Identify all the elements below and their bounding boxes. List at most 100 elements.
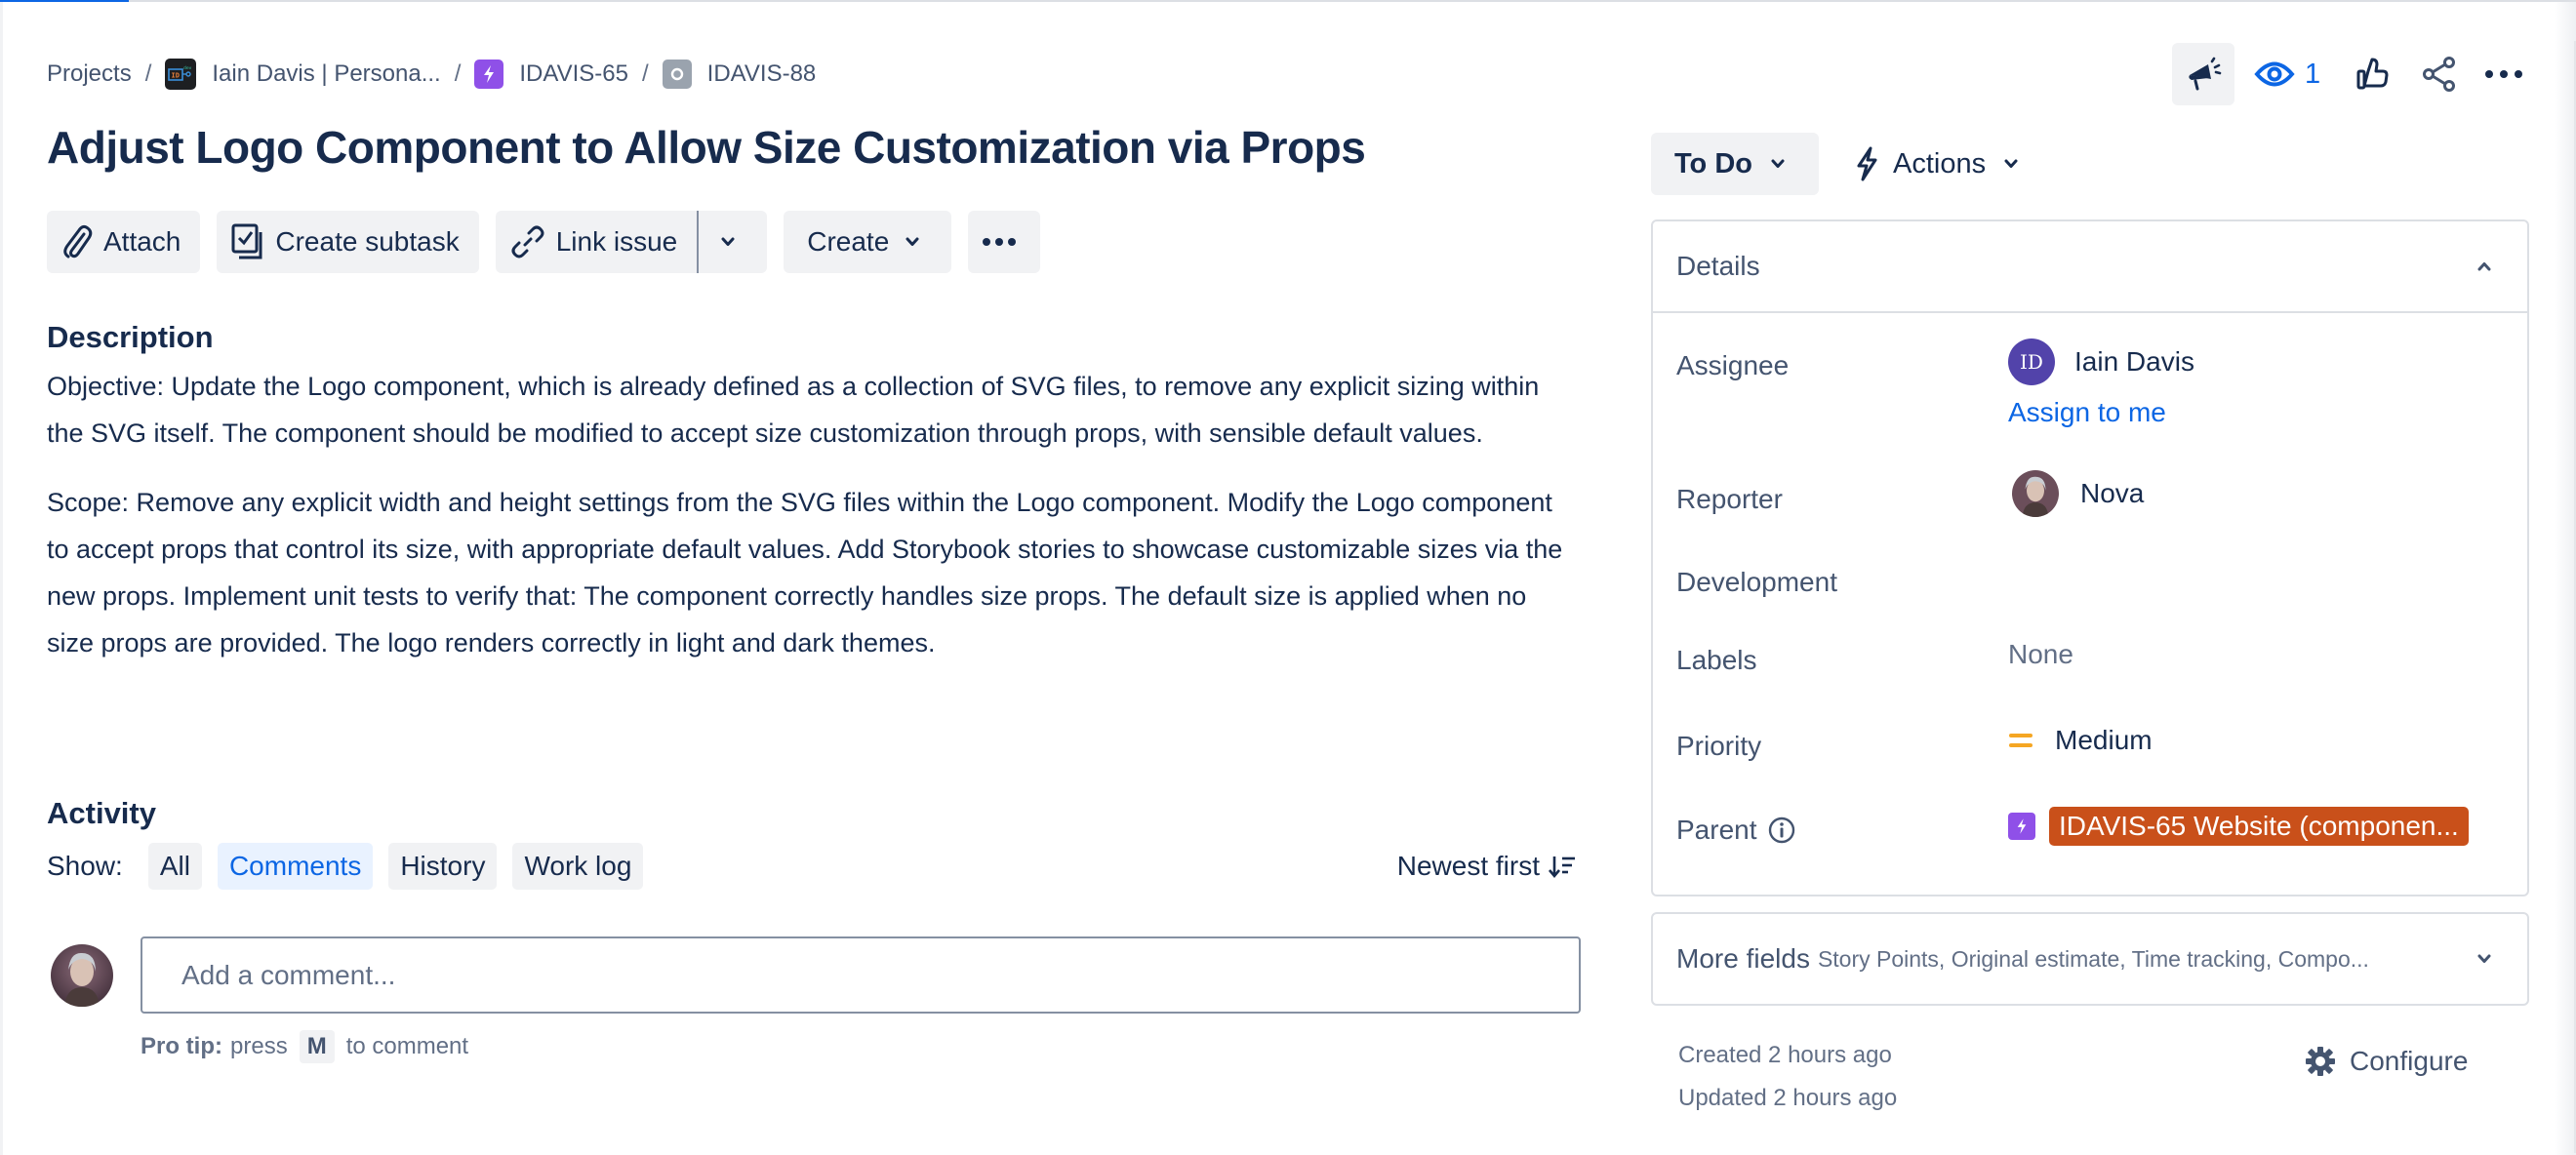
epic-icon xyxy=(2008,813,2035,840)
attach-label: Attach xyxy=(103,226,181,257)
priority-label: Priority xyxy=(1676,731,1762,761)
labels-label: Labels xyxy=(1676,645,1757,675)
parent-label: Parent xyxy=(1676,815,1796,846)
shortcut-key: M xyxy=(299,1030,335,1063)
thumbs-up-icon xyxy=(2356,58,2389,90)
breadcrumb: Projects / ID dev Iain Davis | Persona...… xyxy=(47,57,816,92)
svg-text:ID: ID xyxy=(172,72,180,80)
filter-all[interactable]: All xyxy=(147,843,202,890)
filter-comments[interactable]: Comments xyxy=(217,843,374,890)
feedback-button[interactable] xyxy=(2172,43,2234,105)
status-label: To Do xyxy=(1674,147,1752,179)
share-icon xyxy=(2423,57,2456,92)
activity-filter-row: Show: All Comments History Work log Newe… xyxy=(47,843,1575,890)
status-dropdown[interactable]: To Do xyxy=(1651,133,1819,195)
assignee-value[interactable]: ID Iain Davis xyxy=(2008,339,2194,385)
right-panel-edge xyxy=(2555,2,2576,1155)
toolbar-more-button[interactable] xyxy=(968,211,1041,273)
left-edge xyxy=(0,2,3,1155)
pro-tip-label: Pro tip: xyxy=(141,1033,222,1059)
epic-icon xyxy=(474,60,504,89)
chevron-down-icon xyxy=(1771,159,1785,168)
pro-tip: Pro tip: press M to comment xyxy=(141,1030,468,1063)
issue-title[interactable]: Adjust Logo Component to Allow Size Cust… xyxy=(47,121,1366,174)
sort-order-button[interactable]: Newest first xyxy=(1397,843,1577,890)
create-button[interactable]: Create xyxy=(784,211,952,273)
subtask-icon xyxy=(231,223,262,259)
filter-history[interactable]: History xyxy=(388,843,498,890)
more-icon xyxy=(2485,70,2523,78)
megaphone-icon xyxy=(2189,57,2222,91)
watchers-count: 1 xyxy=(2305,58,2321,90)
breadcrumb-issue[interactable]: IDAVIS-88 xyxy=(662,60,816,89)
priority-name: Medium xyxy=(2055,725,2153,755)
details-header[interactable]: Details xyxy=(1653,221,2527,313)
description-heading: Description xyxy=(47,320,214,354)
breadcrumb-project[interactable]: ID dev Iain Davis | Persona... xyxy=(165,59,441,90)
parent-value[interactable]: IDAVIS-65 Website (componen... xyxy=(2008,807,2469,846)
details-panel: Details Assignee ID Iain Davis Assign to… xyxy=(1651,219,2529,896)
more-actions-button[interactable] xyxy=(2473,43,2535,105)
breadcrumb-projects[interactable]: Projects xyxy=(47,60,132,88)
assign-to-me-link[interactable]: Assign to me xyxy=(2008,397,2166,428)
field-assignee: Assignee ID Iain Davis xyxy=(1676,339,2506,385)
breadcrumb-label: IDAVIS-65 xyxy=(519,60,628,87)
share-button[interactable] xyxy=(2408,43,2471,105)
filter-work-log[interactable]: Work log xyxy=(512,843,644,890)
current-user-avatar xyxy=(51,944,113,1007)
field-development: Development xyxy=(1676,563,2506,602)
breadcrumb-separator: / xyxy=(642,60,649,87)
info-icon[interactable] xyxy=(1767,816,1796,845)
more-fields-title: More fields xyxy=(1676,943,1810,974)
field-reporter: Reporter Nova xyxy=(1676,470,2506,521)
configure-label: Configure xyxy=(2350,1046,2469,1076)
reporter-avatar xyxy=(2012,470,2059,517)
chevron-down-icon xyxy=(721,237,735,246)
issue-toolbar: Attach Create subtask Link issue Create xyxy=(47,211,1057,273)
configure-button[interactable]: Configure xyxy=(2305,1040,2468,1083)
parent-issue-link[interactable]: IDAVIS-65 Website (componen... xyxy=(2049,807,2469,846)
show-label: Show: xyxy=(47,851,123,881)
priority-value[interactable]: Medium xyxy=(2008,725,2153,756)
create-subtask-button[interactable]: Create subtask xyxy=(217,211,479,273)
page-load-progress xyxy=(0,0,129,2)
project-avatar-icon: ID dev xyxy=(165,59,197,90)
breadcrumb-epic[interactable]: IDAVIS-65 xyxy=(474,60,628,89)
created-timestamp: Created 2 hours ago xyxy=(1678,1042,1892,1068)
create-subtask-label: Create subtask xyxy=(275,226,460,257)
field-labels: Labels None xyxy=(1676,635,2506,678)
priority-medium-icon xyxy=(2009,734,2033,747)
attach-button[interactable]: Attach xyxy=(47,211,201,273)
issue-header-actions: 1 xyxy=(2172,43,2535,105)
link-icon xyxy=(511,225,544,259)
pro-tip-press: press xyxy=(230,1033,288,1059)
breadcrumb-label: Projects xyxy=(47,60,132,87)
sort-label: Newest first xyxy=(1396,851,1540,881)
link-issue-button[interactable]: Link issue xyxy=(495,211,700,273)
link-issue-dropdown-button[interactable] xyxy=(699,211,768,273)
watch-button[interactable]: 1 xyxy=(2244,43,2330,105)
field-parent: Parent IDAVIS-65 Website (componen... xyxy=(1676,805,2506,848)
details-heading: Details xyxy=(1676,251,1760,281)
updated-timestamp: Updated 2 hours ago xyxy=(1678,1085,1898,1111)
description-body[interactable]: Objective: Update the Logo component, wh… xyxy=(47,363,1569,689)
activity-heading: Activity xyxy=(47,796,156,830)
breadcrumb-separator: / xyxy=(144,60,152,87)
labels-value[interactable]: None xyxy=(2008,639,2073,670)
create-label: Create xyxy=(807,226,890,257)
sort-descending-icon xyxy=(1549,856,1575,879)
chevron-up-icon xyxy=(2477,262,2491,271)
assignee-avatar: ID xyxy=(2008,339,2055,385)
actions-dropdown[interactable]: Actions xyxy=(1854,133,2019,195)
description-paragraph: Scope: Remove any explicit width and hei… xyxy=(47,488,1563,657)
pro-tip-rest: to comment xyxy=(345,1033,469,1059)
breadcrumb-label: Iain Davis | Persona... xyxy=(212,60,441,87)
more-fields-panel[interactable]: More fields Story Points, Original estim… xyxy=(1651,912,2529,1006)
svg-text:dev: dev xyxy=(183,65,192,71)
field-assign-to-me: Assign to me xyxy=(1676,397,2506,436)
reporter-value[interactable]: Nova xyxy=(2012,470,2144,517)
add-comment-input[interactable] xyxy=(141,936,1581,1014)
vote-button[interactable] xyxy=(2342,43,2404,105)
assignee-label: Assignee xyxy=(1676,350,1790,380)
paperclip-icon xyxy=(63,224,93,259)
